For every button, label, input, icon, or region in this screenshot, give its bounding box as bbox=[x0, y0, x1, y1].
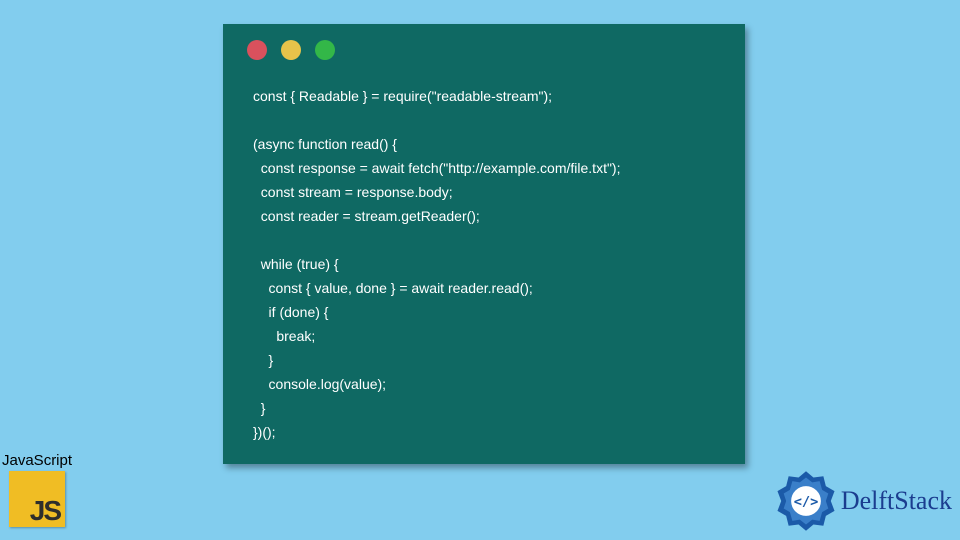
minimize-icon bbox=[281, 40, 301, 60]
javascript-logo-text: JS bbox=[30, 495, 60, 527]
window-traffic-lights bbox=[223, 24, 745, 60]
javascript-label: JavaScript bbox=[2, 452, 72, 469]
code-content: const { Readable } = require("readable-s… bbox=[223, 60, 745, 444]
javascript-logo-icon: JS bbox=[9, 471, 65, 527]
javascript-badge: JavaScript JS bbox=[2, 452, 72, 527]
delftstack-emblem-icon: </> bbox=[775, 470, 837, 532]
brand-name: DelftStack bbox=[841, 486, 952, 516]
maximize-icon bbox=[315, 40, 335, 60]
close-icon bbox=[247, 40, 267, 60]
svg-text:</>: </> bbox=[794, 494, 819, 510]
brand-logo: </> DelftStack bbox=[775, 470, 952, 532]
code-window: const { Readable } = require("readable-s… bbox=[223, 24, 745, 464]
